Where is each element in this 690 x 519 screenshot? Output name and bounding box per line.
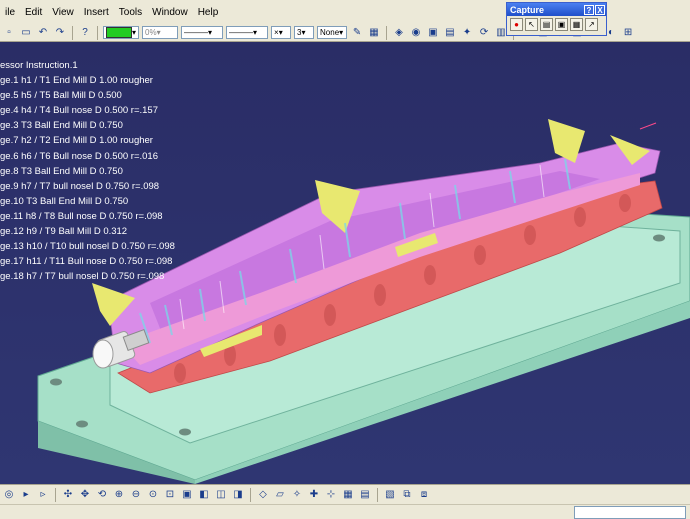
graph-icon[interactable]: ↗	[585, 18, 598, 31]
view-toolbar: ◎ ▸ ▹ ✣ ✥ ⟲ ⊕ ⊖ ⊙ ⊡ ▣ ◧ ◫ ◨ ◇ ▱ ✧ ✚ ⊹ ▦ …	[0, 484, 690, 504]
snap-icon[interactable]: ⊹	[324, 488, 338, 502]
menu-edit[interactable]: Edit	[20, 7, 47, 18]
menu-view[interactable]: View	[47, 7, 79, 18]
bolt-hole	[179, 428, 191, 436]
fly-mode-icon[interactable]: ◎	[2, 488, 16, 502]
catalog-icon[interactable]: ▧	[383, 488, 397, 502]
capture-tools: ● ↖ ▤ ▣ ▦ ↗	[507, 16, 606, 33]
color-swatch	[106, 27, 132, 38]
plane-icon[interactable]: ▱	[273, 488, 287, 502]
copy-icon[interactable]: ⧈	[417, 488, 431, 502]
mirror-icon[interactable]: ⧉	[400, 488, 414, 502]
transparency-select[interactable]: 0% ▾	[142, 26, 179, 39]
hide-show-icon[interactable]: ◫	[214, 488, 228, 502]
command-input[interactable]	[574, 506, 686, 519]
color-select[interactable]: ▾	[103, 26, 140, 39]
capture-title-bar[interactable]: Capture ? X	[507, 3, 606, 16]
tree-item[interactable]: ge.12 h9 / T9 Ball Mill D 0.312	[0, 224, 175, 239]
record-icon[interactable]: ●	[510, 18, 523, 31]
open-icon[interactable]: ▭	[19, 26, 33, 40]
select-icon[interactable]: ↖	[525, 18, 538, 31]
render-style-value: None	[320, 28, 340, 37]
bolt-hole	[50, 378, 62, 386]
help-icon[interactable]: ?	[78, 26, 92, 40]
line-type-select[interactable]: ———▾	[181, 26, 224, 39]
point-symbol-select[interactable]: ×▾	[271, 26, 292, 39]
tree-item[interactable]: ge.3 T3 Ball End Mill D 0.750	[0, 118, 175, 133]
tree-item[interactable]: ge.6 h6 / T6 Bull nose D 0.500 r=.016	[0, 149, 175, 164]
tree-item[interactable]: ge.5 h5 / T5 Ball Mill D 0.500	[0, 88, 175, 103]
transparency-value: 0%	[145, 28, 157, 37]
toolbar-separator	[55, 487, 56, 502]
menu-file[interactable]: ile	[0, 7, 20, 18]
3d-viewport[interactable]: essor Instruction.1 ge.1 h1 / T1 End Mil…	[0, 43, 690, 484]
video-icon[interactable]: ▤	[443, 26, 457, 40]
tree-item[interactable]: essor Instruction.1	[0, 58, 175, 73]
tree-item[interactable]: ge.13 h10 / T10 bull nosel D 0.750 r=.09…	[0, 239, 175, 254]
multi-view-icon[interactable]: ⊡	[163, 488, 177, 502]
image-icon[interactable]: ▦	[570, 18, 583, 31]
examine-icon[interactable]: ▸	[19, 488, 33, 502]
capture-help-button[interactable]: ?	[584, 4, 594, 15]
tree-item[interactable]: ge.1 h1 / T1 End Mill D 1.00 rougher	[0, 73, 175, 88]
nc-output-icon[interactable]: ⟳	[477, 26, 491, 40]
toolbar-separator	[250, 487, 251, 502]
tree-item[interactable]: ge.9 h7 / T7 bull nosel D 0.750 r=.098	[0, 179, 175, 194]
line-weight-select[interactable]: ———▾	[226, 26, 269, 39]
menu-window[interactable]: Window	[147, 7, 193, 18]
toolbar-separator	[97, 25, 98, 40]
capture-toolbar: Capture ? X ● ↖ ▤ ▣ ▦ ↗	[506, 2, 607, 36]
toolbar-separator	[377, 487, 378, 502]
render-style-select[interactable]: None ▾	[317, 26, 348, 39]
layer-count-value: 3	[297, 28, 302, 37]
capture-close-button[interactable]: X	[595, 4, 605, 15]
paint-icon[interactable]: ✎	[350, 26, 364, 40]
process-tree: essor Instruction.1 ge.1 h1 / T1 End Mil…	[0, 58, 175, 284]
capture-title: Capture	[510, 4, 545, 15]
menu-insert[interactable]: Insert	[79, 7, 114, 18]
tree-item[interactable]: ge.10 T3 Ball End Mill D 0.750	[0, 194, 175, 209]
grid-icon[interactable]: ▦	[341, 488, 355, 502]
album-icon[interactable]: ▣	[555, 18, 568, 31]
tree-item[interactable]: ge.18 h7 / T7 bull nosel D 0.750 r=.098	[0, 269, 175, 284]
table-icon[interactable]: ▤	[358, 488, 372, 502]
tree-item[interactable]: ge.7 h2 / T2 End Mill D 1.00 rougher	[0, 133, 175, 148]
pan-icon[interactable]: ✥	[78, 488, 92, 502]
options-icon[interactable]: ▤	[540, 18, 553, 31]
redo-icon[interactable]: ↷	[53, 26, 67, 40]
tree-item[interactable]: ge.11 h8 / T8 Bull nose D 0.750 r=.098	[0, 209, 175, 224]
swap-visible-icon[interactable]: ◨	[231, 488, 245, 502]
menu-help[interactable]: Help	[193, 7, 224, 18]
bolt-hole	[76, 420, 88, 428]
menu-tools[interactable]: Tools	[114, 7, 147, 18]
axis-icon[interactable]: ✚	[307, 488, 321, 502]
fit-all-icon[interactable]: ✣	[61, 488, 75, 502]
iso-view-icon[interactable]: ▣	[180, 488, 194, 502]
undo-icon[interactable]: ↶	[36, 26, 50, 40]
status-bar	[0, 504, 690, 519]
walk-icon[interactable]: ▹	[36, 488, 50, 502]
zoom-in-icon[interactable]: ⊕	[112, 488, 126, 502]
bolt-hole	[653, 234, 665, 242]
tool-path-icon[interactable]: ◈	[392, 26, 406, 40]
properties-icon[interactable]: ▦	[367, 26, 381, 40]
tree-item[interactable]: ge.17 h11 / T11 Bull nose D 0.750 r=.098	[0, 254, 175, 269]
layer-count-select[interactable]: 3 ▾	[294, 26, 315, 39]
simulate-icon[interactable]: ◉	[409, 26, 423, 40]
toolbar-separator	[72, 25, 73, 40]
normal-view-icon[interactable]: ⊙	[146, 488, 160, 502]
tree-item[interactable]: ge.4 h4 / T4 Bull nose D 0.500 r=.157	[0, 103, 175, 118]
photo-icon[interactable]: ▣	[426, 26, 440, 40]
point-icon[interactable]: ✧	[290, 488, 304, 502]
rotate-icon[interactable]: ⟲	[95, 488, 109, 502]
tree-item[interactable]: ge.8 T3 Ball End Mill D 0.750	[0, 164, 175, 179]
machine-icon[interactable]: ✦	[460, 26, 474, 40]
new-icon[interactable]: ▫	[2, 26, 16, 40]
zoom-out-icon[interactable]: ⊖	[129, 488, 143, 502]
measure-icon[interactable]: ⊞	[621, 26, 635, 40]
toolbar-separator	[386, 25, 388, 40]
sketcher-icon[interactable]: ◇	[256, 488, 270, 502]
shading-icon[interactable]: ◧	[197, 488, 211, 502]
